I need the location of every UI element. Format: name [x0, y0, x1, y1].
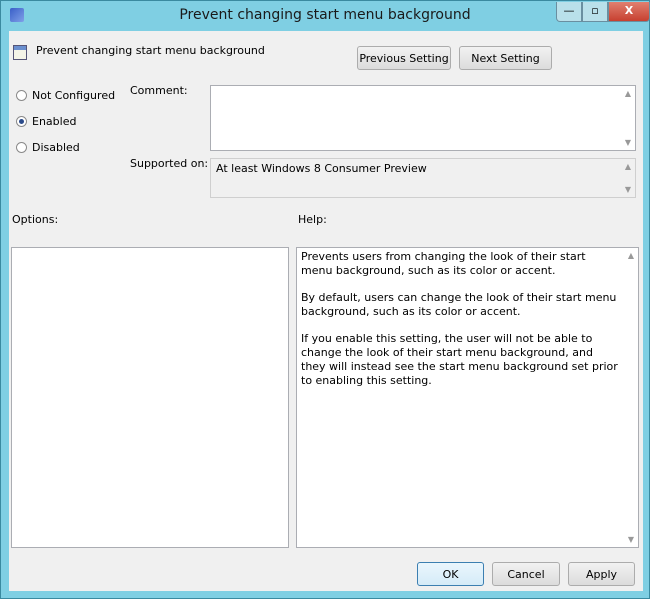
help-paragraph: By default, users can change the look of… [301, 291, 617, 318]
policy-icon [13, 45, 27, 60]
radio-label: Disabled [32, 141, 80, 154]
options-label: Options: [12, 213, 59, 226]
comment-label: Comment: [130, 84, 188, 97]
help-paragraph: If you enable this setting, the user wil… [301, 332, 618, 387]
scroll-down-icon[interactable]: ▼ [621, 185, 635, 194]
radio-circle [16, 90, 27, 101]
ok-button[interactable]: OK [417, 562, 484, 586]
setting-name: Prevent changing start menu background [36, 44, 265, 57]
cancel-button[interactable]: Cancel [492, 562, 560, 586]
scroll-up-icon[interactable]: ▲ [621, 162, 635, 171]
supported-on-field: At least Windows 8 Consumer Preview ▲ ▼ [210, 158, 636, 198]
apply-button[interactable]: Apply [568, 562, 635, 586]
radio-label: Not Configured [32, 89, 116, 102]
scroll-up-icon[interactable]: ▲ [621, 89, 635, 98]
options-panel [11, 247, 289, 548]
title-bar[interactable]: Prevent changing start menu background —… [1, 1, 650, 31]
help-panel: Prevents users from changing the look of… [296, 247, 639, 548]
supported-on-value: At least Windows 8 Consumer Preview [216, 162, 427, 175]
radio-circle [16, 142, 27, 153]
close-button[interactable]: X [608, 2, 650, 22]
radio-enabled[interactable]: Enabled [16, 115, 76, 128]
radio-circle-selected [16, 116, 27, 127]
supported-on-label: Supported on: [130, 157, 209, 170]
previous-setting-button[interactable]: Previous Setting [357, 46, 451, 70]
scroll-down-icon[interactable]: ▼ [621, 138, 635, 147]
window-title: Prevent changing start menu background [179, 7, 471, 23]
radio-not-configured[interactable]: Not Configured [16, 89, 115, 102]
scroll-up-icon[interactable]: ▲ [624, 251, 638, 260]
help-label: Help: [298, 213, 327, 226]
next-setting-button[interactable]: Next Setting [459, 46, 552, 70]
radio-disabled[interactable]: Disabled [16, 141, 80, 154]
help-scrollbar[interactable]: ▲ ▼ [624, 248, 638, 547]
radio-label: Enabled [32, 115, 77, 128]
comment-input[interactable]: ▲ ▼ [210, 85, 636, 151]
dialog-client: Prevent changing start menu background P… [9, 31, 643, 591]
help-paragraph: Prevents users from changing the look of… [301, 250, 586, 277]
scroll-down-icon[interactable]: ▼ [624, 535, 638, 544]
dialog-window: Prevent changing start menu background —… [0, 0, 650, 599]
minimize-button[interactable]: — [556, 2, 582, 22]
comment-scrollbar[interactable]: ▲ ▼ [621, 86, 635, 150]
supported-scrollbar[interactable]: ▲ ▼ [621, 159, 635, 197]
maximize-button[interactable]: ▫ [582, 2, 608, 22]
